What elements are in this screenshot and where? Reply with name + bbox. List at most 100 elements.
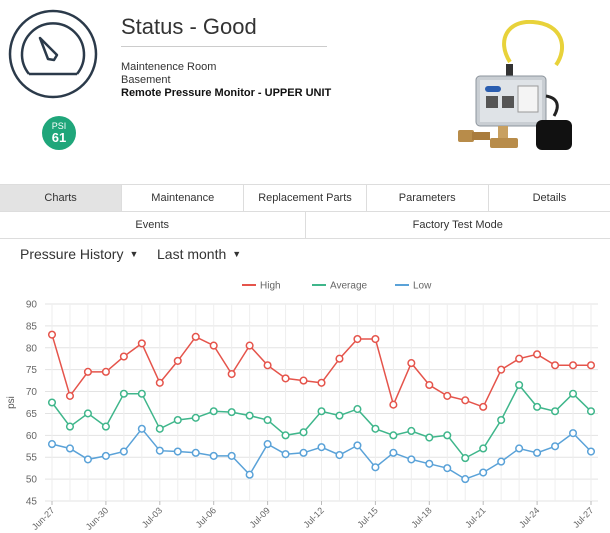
data-point-average — [533, 402, 542, 411]
data-point-high — [568, 361, 578, 370]
tab-replacement-parts[interactable]: Replacement Parts — [244, 185, 367, 211]
data-point-low — [353, 441, 362, 450]
data-point-high — [407, 359, 416, 368]
data-point-low — [245, 470, 254, 479]
data-point-low — [155, 446, 164, 455]
data-point-average — [281, 431, 290, 440]
data-point-high — [353, 334, 362, 344]
data-point-low — [425, 459, 434, 468]
data-point-high — [245, 341, 254, 350]
location-room: Maintenence Room — [121, 61, 217, 73]
data-point-average — [353, 405, 362, 414]
data-point-average — [119, 389, 128, 398]
psi-value: 61 — [51, 130, 67, 145]
data-point-low — [551, 442, 560, 451]
y-tick-label: 45 — [26, 497, 38, 508]
data-point-high — [209, 341, 218, 350]
gauge-icon — [8, 9, 98, 99]
data-point-high — [299, 376, 308, 385]
data-point-low — [479, 468, 488, 477]
tab-details[interactable]: Details — [489, 185, 610, 211]
y-tick-label: 55 — [26, 453, 38, 464]
data-point-high — [83, 367, 92, 376]
data-point-average — [479, 444, 488, 453]
data-point-low — [281, 450, 290, 459]
y-tick-label: 85 — [26, 321, 38, 332]
data-point-high — [317, 378, 326, 387]
secondary-tabs: Events Factory Test Mode — [0, 212, 610, 239]
data-point-low — [568, 429, 578, 438]
x-tick-label: Jul-21 — [463, 505, 487, 529]
data-point-high — [497, 365, 506, 374]
data-point-high — [137, 339, 146, 348]
y-tick-label: 75 — [26, 365, 38, 376]
x-tick-label: Jun-27 — [30, 505, 57, 532]
device-name: Remote Pressure Monitor - UPPER UNIT — [121, 87, 332, 99]
legend-label: Low — [413, 281, 432, 292]
data-point-low — [299, 448, 308, 457]
data-point-average — [568, 389, 578, 398]
x-tick-label: Jul-24 — [517, 505, 541, 529]
data-point-high — [461, 396, 470, 405]
data-point-low — [335, 450, 344, 460]
data-point-average — [515, 380, 524, 390]
data-point-average — [263, 415, 272, 425]
data-point-high — [173, 356, 182, 365]
tab-events[interactable]: Events — [0, 212, 306, 238]
x-tick-label: Jul-15 — [355, 505, 379, 529]
metric-dropdown[interactable]: Pressure History ▼ — [20, 246, 138, 262]
range-dropdown[interactable]: Last month ▼ — [157, 246, 241, 262]
data-point-average — [407, 426, 416, 436]
range-dropdown-label: Last month — [157, 246, 227, 262]
data-point-average — [101, 422, 110, 431]
data-point-low — [371, 463, 380, 472]
data-point-low — [119, 447, 128, 456]
data-point-average — [371, 424, 380, 433]
status-header: PSI 61 Status - Good Maintenence Room Ba… — [0, 0, 610, 180]
data-point-low — [461, 475, 470, 484]
data-point-high — [65, 391, 75, 400]
data-point-low — [209, 451, 218, 460]
chevron-down-icon: ▼ — [232, 249, 242, 259]
tab-maintenance[interactable]: Maintenance — [122, 185, 245, 211]
main-tabs: Charts Maintenance Replacement Parts Par… — [0, 184, 610, 212]
data-point-average — [173, 415, 182, 425]
data-point-low — [497, 457, 506, 466]
tab-parameters[interactable]: Parameters — [367, 185, 489, 211]
data-point-high — [101, 367, 110, 376]
data-point-high — [533, 350, 542, 359]
y-axis-label: psi — [6, 396, 17, 409]
data-point-average — [155, 424, 164, 433]
data-point-low — [515, 444, 524, 453]
data-point-average — [425, 433, 434, 442]
data-point-low — [533, 448, 542, 457]
data-point-average — [137, 389, 146, 398]
data-point-average — [497, 415, 506, 425]
y-tick-label: 50 — [26, 475, 38, 486]
x-tick-label: Jul-12 — [302, 505, 326, 529]
data-point-average — [227, 408, 236, 417]
data-point-low — [263, 440, 272, 449]
data-point-high — [425, 380, 434, 390]
data-point-low — [173, 447, 182, 456]
tab-charts[interactable]: Charts — [0, 185, 123, 211]
data-point-low — [443, 464, 452, 473]
data-point-low — [586, 447, 596, 456]
data-point-high — [281, 374, 290, 383]
tab-factory-test-mode[interactable]: Factory Test Mode — [306, 212, 610, 238]
data-point-low — [389, 448, 398, 457]
data-point-low — [83, 455, 92, 464]
data-point-high — [155, 378, 164, 387]
data-point-high — [263, 361, 272, 370]
data-point-low — [227, 451, 236, 460]
y-tick-label: 65 — [26, 409, 38, 420]
x-tick-label: Jun-30 — [84, 505, 111, 532]
data-point-average — [443, 431, 452, 440]
data-point-average — [245, 411, 254, 420]
metric-dropdown-label: Pressure History — [20, 246, 124, 262]
data-point-average — [317, 407, 326, 416]
x-tick-label: Jul-03 — [140, 505, 164, 529]
data-point-average — [191, 413, 200, 422]
y-tick-label: 60 — [26, 431, 38, 442]
y-tick-label: 70 — [26, 387, 38, 398]
